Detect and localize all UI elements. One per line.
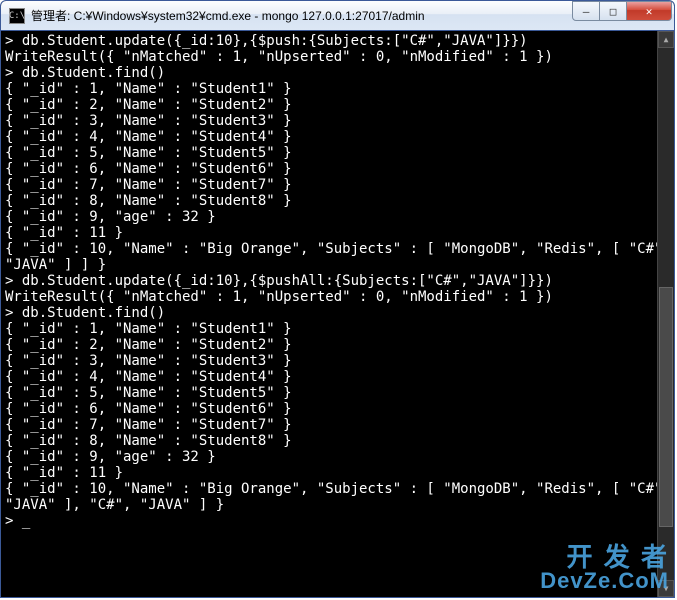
scroll-track[interactable]	[658, 48, 674, 580]
close-button[interactable]: ✕	[626, 1, 672, 21]
scroll-up-button[interactable]: ▲	[658, 31, 674, 48]
cmd-icon: C:\	[9, 8, 25, 24]
window-title: 管理者: C:¥Windows¥system32¥cmd.exe - mongo…	[31, 7, 573, 24]
terminal-area[interactable]: > db.Student.update({_id:10},{$push:{Sub…	[1, 31, 674, 597]
terminal-output[interactable]: > db.Student.update({_id:10},{$push:{Sub…	[1, 31, 657, 597]
window-frame: C:\ 管理者: C:¥Windows¥system32¥cmd.exe - m…	[0, 0, 675, 598]
scroll-thumb[interactable]	[659, 287, 673, 526]
scroll-down-button[interactable]: ▼	[658, 580, 674, 597]
titlebar[interactable]: C:\ 管理者: C:¥Windows¥system32¥cmd.exe - m…	[1, 1, 674, 31]
terminal-cursor: _	[22, 513, 30, 529]
window-controls: — □ ✕	[573, 1, 672, 21]
vertical-scrollbar[interactable]: ▲ ▼	[657, 31, 674, 597]
maximize-button[interactable]: □	[599, 1, 627, 21]
minimize-button[interactable]: —	[572, 1, 600, 21]
